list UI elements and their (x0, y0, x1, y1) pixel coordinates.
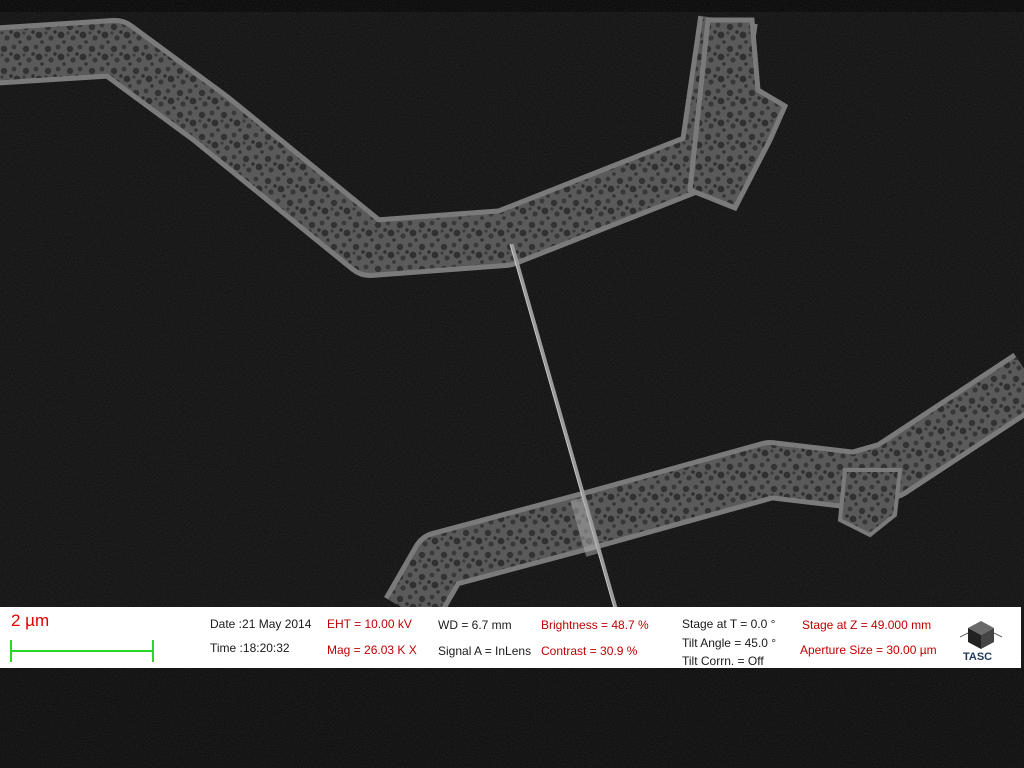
signal-label: Signal A = InLens (438, 644, 532, 658)
tilt-angle-label: Tilt Angle = 45.0 ° (682, 636, 777, 650)
wd-label: WD = 6.7 mm (438, 618, 512, 632)
scale-bar-label: 2 µm (11, 611, 50, 630)
sem-data-bar: 2 µm Date :21 May 2014 Time :18:20:32 EH… (0, 607, 1021, 668)
aperture-label: Aperture Size = 30.00 µm (800, 643, 937, 657)
brightness-label: Brightness = 48.7 % (541, 618, 649, 632)
eht-label: EHT = 10.00 kV (327, 617, 412, 631)
time-label: Time :18:20:32 (210, 641, 290, 655)
mag-label: Mag = 26.03 K X (327, 643, 417, 657)
scale-bar (10, 640, 154, 662)
logo-text: TASC (963, 651, 993, 663)
stage-t-label: Stage at T = 0.0 ° (682, 617, 776, 631)
tilt-corrn-label: Tilt Corrn. = Off (682, 654, 764, 668)
stage-z-label: Stage at Z = 49.000 mm (802, 618, 932, 632)
date-label: Date :21 May 2014 (210, 617, 312, 631)
contrast-label: Contrast = 30.9 % (541, 644, 638, 658)
